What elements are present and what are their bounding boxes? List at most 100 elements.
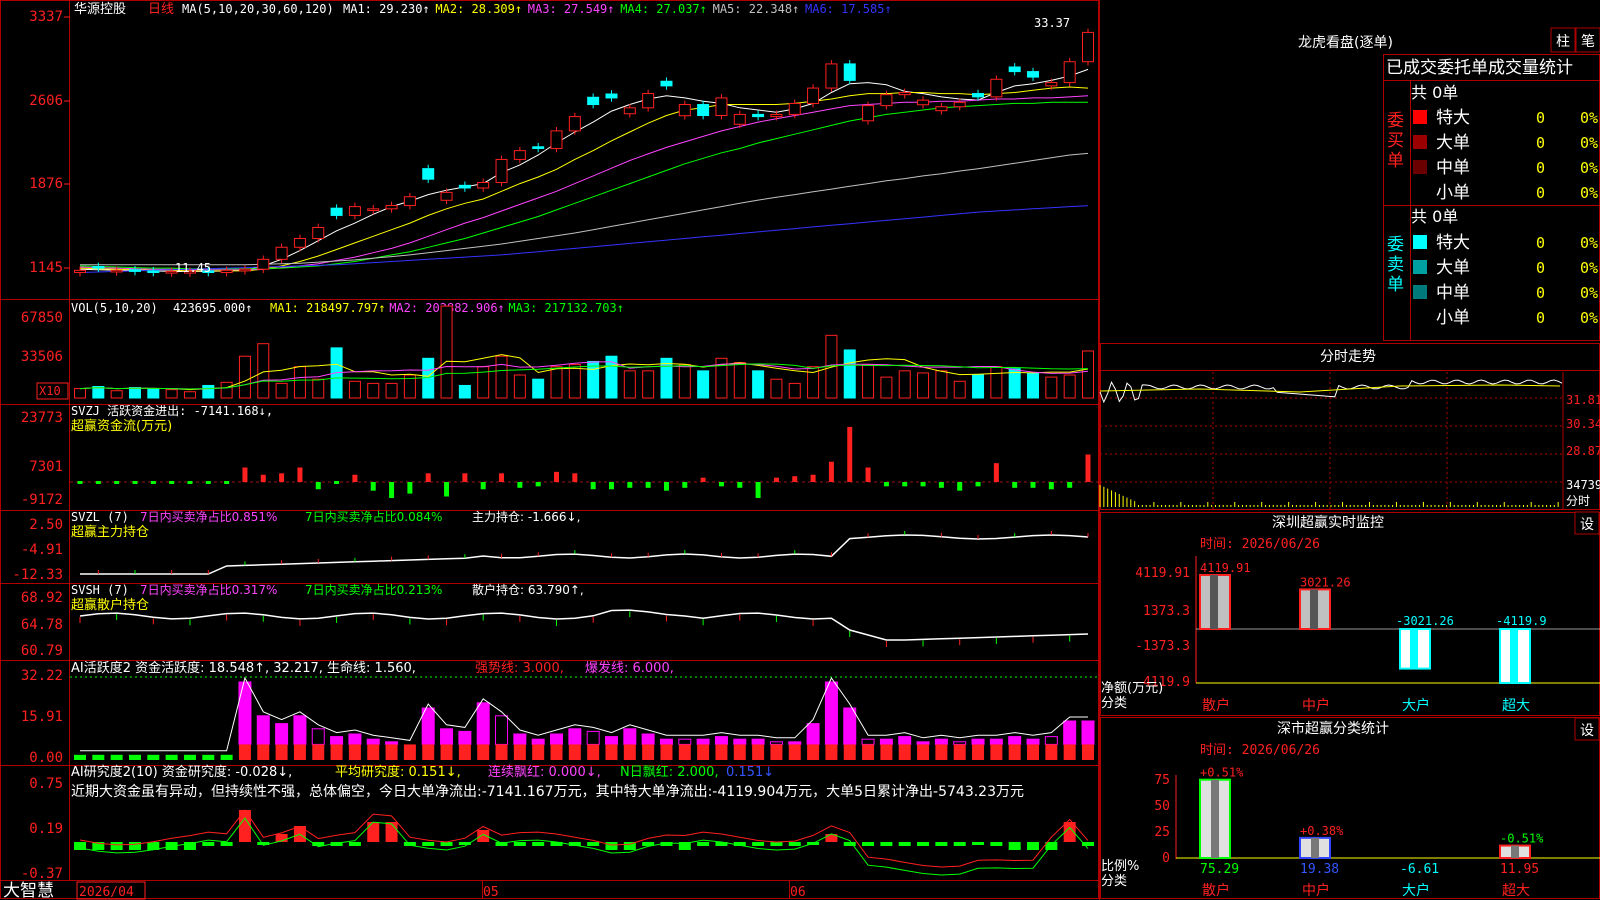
svzl-subtitle: 超赢主力持仓: [71, 524, 149, 540]
candle-body: [953, 101, 966, 108]
order-row-pct: 0%: [1580, 184, 1598, 202]
ai-active-base: [458, 744, 471, 760]
ai-active-bar: [659, 738, 673, 745]
sell-label-1: 委: [1387, 235, 1404, 255]
order-row-count: 0: [1536, 184, 1545, 202]
ma-lines: [79, 68, 1089, 273]
volume-bar: [623, 370, 636, 399]
order-swatch: [1413, 285, 1427, 299]
ai-active-bar: [550, 733, 564, 745]
ai-active-bar: [1008, 736, 1022, 745]
volume-legend-item: MA3: 217132.703↑: [508, 301, 624, 315]
monitor-value: -4119.9: [1496, 614, 1547, 628]
ai-active-tick: 0.00: [29, 750, 63, 766]
candle-body: [147, 270, 160, 274]
intraday-chart: 31.81 30.34 28.87 34739 分时: [1099, 372, 1600, 509]
svzj-bar: [737, 482, 743, 488]
svzj-bar: [297, 467, 303, 482]
ai-active-bar: [366, 738, 380, 745]
monitor-value: -3021.26: [1396, 614, 1454, 628]
candle-body: [477, 181, 490, 189]
ma-legend-item: MA2: 28.309↑: [435, 2, 522, 16]
bar-mode-label: 柱: [1556, 34, 1570, 50]
ai-active-base: [422, 744, 435, 760]
svzj-bar: [499, 473, 505, 482]
svzl-line: [80, 531, 1089, 575]
ai-active-bar: [843, 707, 857, 745]
candle-body: [770, 113, 783, 118]
svzj-bar: [169, 481, 175, 484]
order-swatch: [1413, 110, 1427, 124]
date-label-may: 05: [483, 885, 499, 900]
svzl-line2: 7日内买卖净占比0.084%: [305, 509, 442, 524]
ai-active-base: [220, 754, 233, 760]
svzj-bar: [352, 474, 358, 482]
order-row-name: 大单: [1436, 258, 1470, 278]
order-row-count: 0: [1536, 134, 1545, 152]
ai-active-base: [330, 744, 343, 760]
ai-research-bar: [788, 842, 801, 846]
candle-body: [422, 168, 435, 180]
ai-active-base: [257, 744, 270, 760]
ai-research-bar: [953, 842, 966, 846]
ai-research-summary: 近期大资金虽有异动，但持续性不强，总体偏空，今日大单净流出:-7141.167万…: [71, 783, 1024, 800]
ai-research-bar: [348, 842, 361, 846]
svzj-bar: [755, 482, 761, 498]
svzj-bar: [334, 481, 340, 484]
ai-active-bar: [806, 723, 820, 745]
volume-bar: [74, 388, 86, 399]
order-row-pct: 0%: [1580, 234, 1598, 252]
order-row-pct: 0%: [1580, 134, 1598, 152]
ai-active-bar: [1026, 738, 1040, 745]
candle-body: [220, 269, 233, 274]
candle-body: [678, 104, 691, 117]
candle-body: [990, 78, 1003, 98]
classify-category: 大户: [1402, 882, 1430, 899]
monitor-settings-label: 设: [1580, 517, 1594, 533]
classify-bar-label: +0.51%: [1200, 766, 1244, 780]
volume-bar: [293, 366, 306, 399]
ai-active-base: [898, 744, 911, 760]
ai-active-bar: [293, 715, 307, 745]
svzj-bar: [517, 482, 523, 488]
order-row-pct: 0%: [1580, 109, 1598, 127]
ai-active-base: [623, 744, 636, 760]
ai-active-base: [477, 744, 490, 760]
volume-bar: [183, 391, 196, 399]
ai-active-bar: [788, 741, 802, 745]
ai-active-base: [678, 744, 691, 760]
candles: [74, 28, 1094, 277]
ai-active-base: [972, 744, 985, 760]
volume-bar: [495, 355, 508, 399]
ai-active-bar: [989, 738, 1003, 745]
intraday-title: 分时走势: [1320, 349, 1376, 365]
volume-bar: [752, 370, 765, 399]
ai-active-base: [147, 754, 160, 760]
order-row-pct: 0%: [1580, 309, 1598, 327]
ai-active-base: [642, 744, 655, 760]
svzl-axis: 2.50 -4.91 -12.33: [12, 517, 63, 583]
ai-research-bar: [752, 842, 765, 846]
candle-body: [752, 113, 765, 118]
ai-active-bar: [714, 736, 728, 745]
volume-bar: [110, 390, 123, 399]
ai-research-axis: 0.75 0.19 -0.37: [21, 776, 63, 882]
volume-bar: [898, 370, 911, 399]
classify-category: 中户: [1302, 882, 1330, 899]
date-label-jun: 06: [790, 885, 806, 900]
ai-active-base: [880, 744, 893, 760]
order-row-pct: 0%: [1580, 259, 1598, 277]
candle-body: [587, 96, 600, 106]
classify-tick: 50: [1154, 799, 1170, 814]
price-axis: 3337 2606 1876 1145: [29, 9, 70, 276]
ai-research-bar: [110, 842, 123, 850]
ai-active-bar: [953, 741, 967, 745]
classify-tick: 25: [1154, 825, 1170, 840]
ai-research-avg: 平均研究度: 0.151↓,: [335, 764, 461, 780]
candle-body: [74, 269, 86, 274]
candle-body: [513, 150, 526, 160]
svzj-bar: [700, 477, 706, 482]
volume-axis: 67850 33506: [21, 310, 63, 365]
volume-bar: [147, 388, 160, 399]
candle-body: [660, 80, 673, 87]
